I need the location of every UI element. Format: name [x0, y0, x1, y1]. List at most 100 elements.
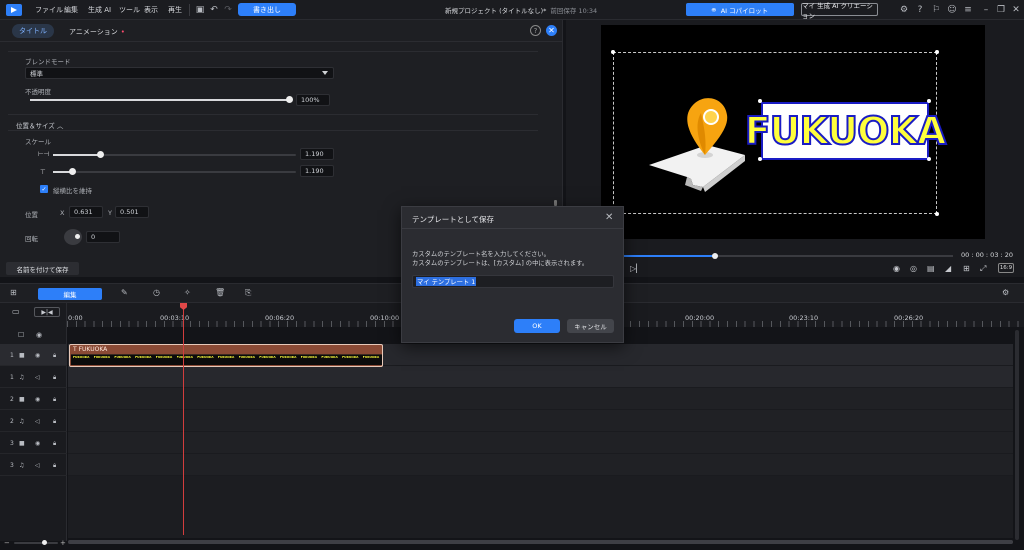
rotation-dial-handle[interactable]: [75, 234, 80, 239]
rotation-value[interactable]: 0: [86, 231, 120, 243]
lock-icon[interactable]: 🔒︎: [53, 418, 56, 426]
next-frame-icon[interactable]: ▷▏: [630, 264, 642, 273]
menu-playback[interactable]: 再生: [168, 5, 182, 15]
resize-handle[interactable]: [611, 50, 615, 54]
aspect-ratio-badge[interactable]: 16:9: [998, 263, 1014, 273]
track-row-video-2[interactable]: [68, 388, 1013, 410]
timeline-vertical-scrollbar[interactable]: [1015, 330, 1019, 540]
eye-icon[interactable]: ◉: [35, 440, 40, 447]
preview-canvas[interactable]: FUKUOKA: [601, 25, 985, 239]
playback-handle[interactable]: [712, 253, 719, 259]
title-clip[interactable]: T FUKUOKA FUKUOKA FUKUOKA FUKUOKA FUKUOKA FU…: [69, 344, 383, 367]
ai-tool-icon[interactable]: ✧: [184, 288, 191, 297]
track-head-audio-1[interactable]: 1 ♫ ◁ 🔒︎: [0, 366, 67, 388]
playhead-line[interactable]: [183, 306, 184, 535]
track-head-video-3[interactable]: 3 ■ ◉ 🔒︎: [0, 432, 67, 454]
track-head-video-2[interactable]: 2 ■ ◉ 🔒︎: [0, 388, 67, 410]
lock-icon[interactable]: 🔒︎: [53, 396, 56, 404]
maximize-icon[interactable]: ❐: [995, 4, 1007, 16]
zoom-slider[interactable]: − +: [4, 539, 66, 547]
settings-icon[interactable]: ⚙: [1002, 288, 1009, 297]
menu-view[interactable]: 表示: [144, 5, 158, 15]
save-as-button[interactable]: 名前を付けて保存: [6, 262, 79, 275]
lock-all-icon[interactable]: ☐: [18, 331, 24, 339]
resize-handle[interactable]: [927, 99, 931, 103]
track-row-audio-1[interactable]: [68, 366, 1013, 388]
export-button[interactable]: 書き出し: [238, 3, 296, 16]
save-icon[interactable]: ▣: [194, 4, 206, 16]
close-icon[interactable]: ✕: [605, 212, 613, 223]
record-icon[interactable]: ◎: [910, 264, 917, 273]
track-head-audio-3[interactable]: 3 ♫ ◁ 🔒︎: [0, 454, 67, 476]
menu-generative-ai[interactable]: 生成 AI: [88, 5, 111, 15]
eye-icon[interactable]: ◉: [35, 352, 40, 359]
eye-all-icon[interactable]: ◉: [36, 331, 42, 339]
cancel-button[interactable]: キャンセル: [567, 319, 614, 333]
close-icon[interactable]: ✕: [1010, 4, 1022, 16]
help-icon[interactable]: ?: [914, 4, 926, 16]
rotation-dial[interactable]: [64, 229, 82, 245]
volume-icon[interactable]: ◢: [945, 264, 951, 273]
resize-handle[interactable]: [758, 99, 762, 103]
resize-handle[interactable]: [758, 157, 762, 161]
eye-icon[interactable]: ◉: [35, 396, 40, 403]
opacity-slider[interactable]: [30, 99, 289, 101]
notification-icon[interactable]: ⚐: [930, 4, 942, 16]
display-icon[interactable]: ⊞: [963, 264, 970, 273]
help-icon[interactable]: ?: [530, 25, 541, 36]
speed-icon[interactable]: ◷: [153, 288, 160, 297]
track-manager-icon[interactable]: ▭: [12, 307, 20, 316]
menu-tools[interactable]: ツール: [119, 5, 140, 15]
gear-icon[interactable]: ⚙: [898, 4, 910, 16]
snapshot-icon[interactable]: ◉: [893, 264, 900, 273]
lock-icon[interactable]: 🔒︎: [53, 352, 56, 360]
speaker-icon[interactable]: ◁: [35, 462, 40, 469]
scale-height-handle[interactable]: [69, 168, 76, 175]
opacity-value[interactable]: 100%: [296, 94, 330, 106]
track-row-audio-3[interactable]: [68, 454, 1013, 476]
resize-handle[interactable]: [935, 212, 939, 216]
my-ai-creation-button[interactable]: マイ 生成 AI クリエーション: [801, 2, 878, 20]
keep-ratio-checkbox[interactable]: ✓: [40, 185, 48, 193]
minimize-icon[interactable]: –: [980, 4, 992, 16]
undo-icon[interactable]: ↶: [208, 4, 220, 16]
scale-width-value[interactable]: 1.190: [300, 148, 334, 160]
opacity-slider-handle[interactable]: [286, 96, 293, 103]
lock-icon[interactable]: 🔒︎: [53, 462, 56, 470]
export-clip-icon[interactable]: ⎘: [245, 288, 251, 298]
timeline-empty-area[interactable]: [68, 476, 1013, 538]
fullscreen-icon[interactable]: ⤢: [980, 264, 986, 274]
scale-width-handle[interactable]: [97, 151, 104, 158]
menu-icon[interactable]: ≡: [962, 4, 974, 16]
close-panel-icon[interactable]: ✕: [546, 25, 557, 36]
tab-title[interactable]: タイトル: [12, 24, 54, 38]
zoom-out-icon[interactable]: −: [4, 539, 10, 547]
tab-animation[interactable]: アニメーション •: [69, 27, 125, 37]
snap-icon[interactable]: ▶|◀: [34, 307, 60, 317]
edit-mode-button[interactable]: 編集: [38, 288, 102, 300]
playback-progress[interactable]: [618, 253, 953, 259]
resize-handle[interactable]: [935, 50, 939, 54]
scale-height-slider[interactable]: [53, 171, 296, 173]
speaker-icon[interactable]: ◁: [35, 374, 40, 381]
track-head-audio-2[interactable]: 2 ♫ ◁ 🔒︎: [0, 410, 67, 432]
position-x-field[interactable]: 0.631: [69, 206, 103, 218]
delete-icon[interactable]: 🗑︎: [215, 288, 225, 297]
redo-icon[interactable]: ↷: [222, 4, 234, 16]
scale-width-slider[interactable]: [53, 154, 296, 156]
timeline-horizontal-scrollbar[interactable]: [68, 540, 1013, 544]
template-name-input[interactable]: マイ テンプレート 1: [412, 275, 614, 288]
speaker-icon[interactable]: ◁: [35, 418, 40, 425]
track-row-audio-2[interactable]: [68, 410, 1013, 432]
title-text-fukuoka[interactable]: FUKUOKA: [744, 102, 947, 160]
zoom-in-icon[interactable]: +: [60, 539, 66, 547]
zoom-handle[interactable]: [42, 540, 47, 545]
position-size-header[interactable]: 位置＆サイズ ︿: [16, 120, 63, 130]
ai-copilot-button[interactable]: 🤖︎ AI コパイロット: [686, 3, 794, 16]
scrollbar-thumb[interactable]: [68, 540, 1013, 544]
track-head-video-1[interactable]: 1 ■ ◉ 🔒︎: [0, 344, 67, 366]
lock-icon[interactable]: 🔒︎: [53, 440, 56, 448]
ok-button[interactable]: OK: [514, 319, 560, 333]
zoom-track[interactable]: [14, 542, 58, 544]
lock-icon[interactable]: 🔒︎: [53, 374, 56, 382]
